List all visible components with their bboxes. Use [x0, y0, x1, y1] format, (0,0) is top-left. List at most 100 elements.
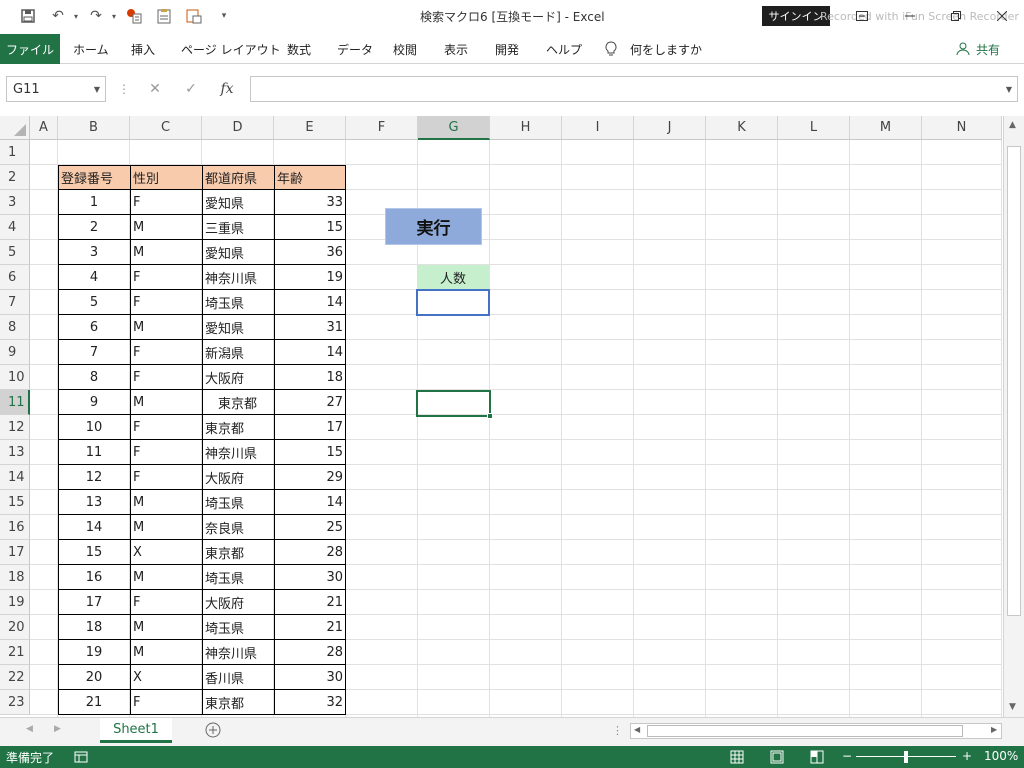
cancel-icon[interactable]: ✕ — [140, 76, 170, 102]
table-cell[interactable]: M — [130, 565, 202, 590]
table-cell[interactable]: 愛知県 — [202, 240, 274, 265]
run-button[interactable]: 実行 — [385, 208, 482, 245]
table-cell[interactable]: M — [130, 490, 202, 515]
customize-toolbar-icon[interactable]: ▾ — [214, 6, 234, 26]
horizontal-scroll-thumb[interactable] — [647, 725, 963, 737]
table-cell[interactable]: X — [130, 665, 202, 690]
tab-data[interactable]: データ — [337, 34, 373, 64]
chevron-down-icon[interactable]: ▼ — [94, 85, 100, 94]
table-cell[interactable]: 大阪府 — [202, 590, 274, 615]
row-header-18[interactable]: 18 — [0, 565, 30, 590]
column-header-n[interactable]: N — [922, 116, 1002, 140]
row-header-16[interactable]: 16 — [0, 515, 30, 540]
column-header-m[interactable]: M — [850, 116, 922, 140]
table-cell[interactable]: 10 — [58, 415, 130, 440]
table-cell[interactable]: 32 — [274, 690, 346, 715]
row-header-22[interactable]: 22 — [0, 665, 30, 690]
table-cell[interactable]: 14 — [274, 290, 346, 315]
column-header-h[interactable]: H — [490, 116, 562, 140]
zoom-level[interactable]: 100% — [984, 749, 1018, 763]
scroll-down-icon[interactable]: ▼ — [1009, 702, 1016, 712]
row-header-3[interactable]: 3 — [0, 190, 30, 215]
column-header-d[interactable]: D — [202, 116, 274, 140]
table-cell[interactable]: 21 — [274, 615, 346, 640]
table-cell[interactable]: 東京都 — [202, 540, 274, 565]
count-result-cell[interactable] — [416, 289, 490, 316]
table-cell[interactable]: 19 — [58, 640, 130, 665]
lightbulb-icon[interactable] — [604, 34, 618, 64]
table-cell[interactable]: 18 — [58, 615, 130, 640]
row-header-6[interactable]: 6 — [0, 265, 30, 290]
tab-review[interactable]: 校閲 — [393, 34, 417, 64]
table-cell[interactable]: 20 — [58, 665, 130, 690]
horizontal-scrollbar[interactable]: ◀ ▶ — [630, 723, 1002, 739]
table-cell[interactable]: 埼玉県 — [202, 490, 274, 515]
table-cell[interactable]: 8 — [58, 365, 130, 390]
expand-formula-icon[interactable]: ▼ — [1006, 85, 1012, 94]
table-cell[interactable]: 21 — [274, 590, 346, 615]
table-cell[interactable]: 27 — [274, 390, 346, 415]
table-cell[interactable]: 神奈川県 — [202, 640, 274, 665]
row-header-19[interactable]: 19 — [0, 590, 30, 615]
table-cell[interactable]: 東京都 — [202, 415, 274, 440]
row-header-1[interactable]: 1 — [0, 140, 30, 165]
table-cell[interactable]: F — [130, 415, 202, 440]
table-cell[interactable]: 神奈川県 — [202, 265, 274, 290]
table-cell[interactable]: 16 — [58, 565, 130, 590]
table-cell[interactable]: M — [130, 215, 202, 240]
table-cell[interactable]: 香川県 — [202, 665, 274, 690]
column-header-g[interactable]: G — [418, 116, 490, 140]
tab-developer[interactable]: 開発 — [495, 34, 519, 64]
table-cell[interactable]: 4 — [58, 265, 130, 290]
zoom-out-button[interactable]: − — [842, 749, 852, 763]
column-header-c[interactable]: C — [130, 116, 202, 140]
row-header-7[interactable]: 7 — [0, 290, 30, 315]
scroll-left-icon[interactable]: ◀ — [634, 725, 640, 734]
tab-home[interactable]: ホーム — [73, 34, 109, 64]
scroll-right-icon[interactable]: ▶ — [991, 725, 997, 734]
table-cell[interactable]: F — [130, 265, 202, 290]
table-cell[interactable]: 5 — [58, 290, 130, 315]
row-header-23[interactable]: 23 — [0, 690, 30, 715]
vertical-scrollbar[interactable]: ▲ ▼ — [1003, 116, 1024, 717]
table-cell[interactable]: F — [130, 590, 202, 615]
name-box[interactable]: G11 ▼ — [6, 76, 106, 102]
tab-file[interactable]: ファイル — [0, 34, 60, 64]
close-icon[interactable] — [988, 4, 1016, 28]
table-cell[interactable]: 29 — [274, 465, 346, 490]
active-cell-g11[interactable] — [416, 390, 491, 417]
row-header-21[interactable]: 21 — [0, 640, 30, 665]
column-header-l[interactable]: L — [778, 116, 850, 140]
zoom-in-button[interactable]: + — [962, 749, 972, 763]
table-cell[interactable]: 埼玉県 — [202, 615, 274, 640]
column-header-a[interactable]: A — [30, 116, 58, 140]
table-cell[interactable]: 21 — [58, 690, 130, 715]
table-cell[interactable]: F — [130, 690, 202, 715]
insert-function-icon[interactable]: fx — [212, 76, 242, 102]
redo-icon[interactable]: ↷ — [86, 6, 106, 26]
select-all-corner[interactable] — [0, 116, 30, 140]
tell-me-search[interactable]: 何をしますか — [630, 34, 702, 64]
tab-insert[interactable]: 挿入 — [131, 34, 155, 64]
worksheet-grid[interactable]: ABCDEFGHIJKLMN 1 2 3 4 5 6 7 8 9 10 11 12 13 14 15 16 17… — [0, 116, 1024, 717]
add-sheet-icon[interactable] — [205, 722, 221, 741]
table-cell[interactable]: 愛知県 — [202, 190, 274, 215]
minimize-icon[interactable] — [896, 4, 924, 28]
table-cell[interactable]: 埼玉県 — [202, 290, 274, 315]
table-cell[interactable]: F — [130, 365, 202, 390]
formula-input[interactable]: ▼ — [250, 76, 1018, 102]
table-cell[interactable]: 15 — [274, 440, 346, 465]
column-header-b[interactable]: B — [58, 116, 130, 140]
table-cell[interactable]: M — [130, 390, 202, 415]
row-header-2[interactable]: 2 — [0, 165, 30, 190]
row-header-13[interactable]: 13 — [0, 440, 30, 465]
table-cell[interactable]: 12 — [58, 465, 130, 490]
table-header-cell[interactable]: 登録番号 — [58, 165, 130, 190]
table-cell[interactable]: 17 — [58, 590, 130, 615]
table-cell[interactable]: 神奈川県 — [202, 440, 274, 465]
row-header-8[interactable]: 8 — [0, 315, 30, 340]
table-header-cell[interactable]: 年齢 — [274, 165, 346, 190]
share-person-icon[interactable] — [956, 34, 970, 64]
form-icon[interactable] — [184, 6, 204, 26]
column-header-i[interactable]: I — [562, 116, 634, 140]
